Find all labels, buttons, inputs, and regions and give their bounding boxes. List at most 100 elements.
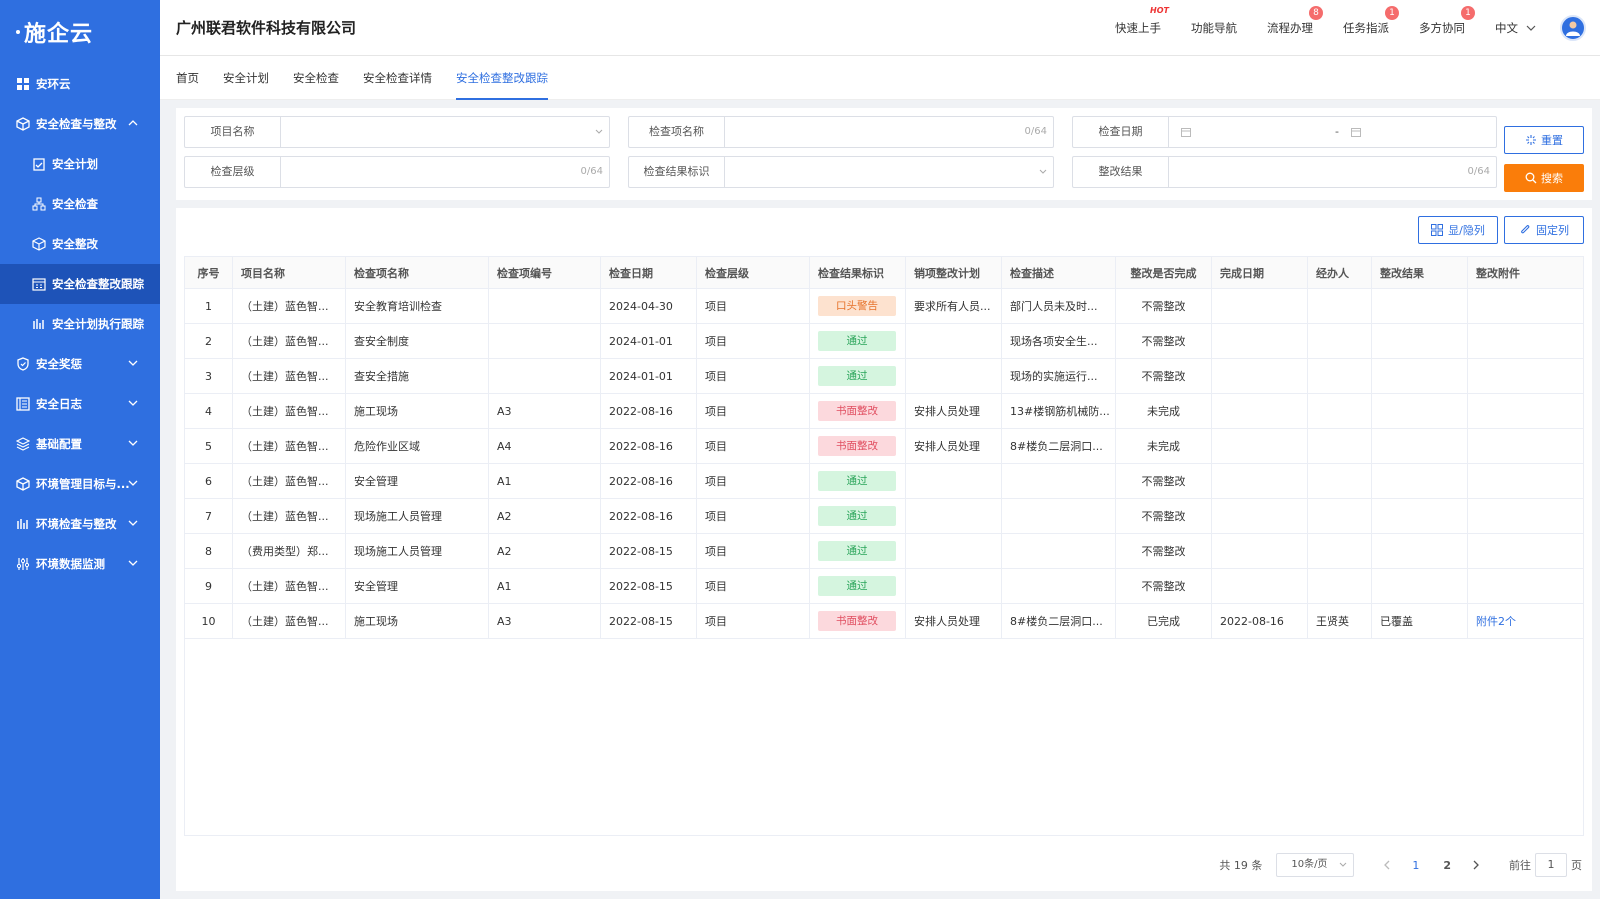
col-header[interactable]: 检查结果标识: [809, 256, 906, 289]
table-cell-item: 安全管理: [345, 463, 489, 499]
check-item-name-label: 检查项名称: [629, 117, 725, 147]
language-select[interactable]: 中文: [1495, 20, 1538, 36]
sidebar-item-env-goals[interactable]: 环境管理目标与...: [0, 464, 160, 504]
table-cell-desc: [1001, 498, 1116, 534]
table-cell-code: A2: [488, 498, 601, 534]
rectify-result-label: 整改结果: [1073, 157, 1169, 187]
prev-page-icon[interactable]: [1382, 860, 1392, 870]
col-header[interactable]: 销项整改计划: [905, 256, 1002, 289]
col-header[interactable]: 完成日期: [1211, 256, 1308, 289]
col-header[interactable]: 整改是否完成: [1115, 256, 1212, 289]
table-cell-plan: [905, 323, 1002, 359]
col-header[interactable]: 项目名称: [232, 256, 346, 289]
col-header[interactable]: 整改结果: [1371, 256, 1468, 289]
project-name-select[interactable]: [281, 117, 609, 147]
table-cell-result: [1371, 393, 1468, 429]
table-cell-handler: [1307, 463, 1372, 499]
check-date-range[interactable]: -: [1169, 117, 1496, 147]
collab-link[interactable]: 多方协同 1: [1419, 6, 1475, 36]
result-flag-tag: 通过: [818, 576, 896, 596]
table-cell-no: 6: [184, 463, 233, 499]
table-row[interactable]: 5 （土建）蓝色智... 危险作业区域 A4 2022-08-16 项目 书面整改 安排人员处…: [184, 428, 1584, 464]
table-row[interactable]: 10 （土建）蓝色智... 施工现场 A3 2022-08-15 项目 书面整改 安排人员处理…: [184, 603, 1584, 639]
process-link[interactable]: 流程办理 8: [1267, 6, 1323, 36]
col-header[interactable]: 检查日期: [600, 256, 697, 289]
grid-icon: [16, 77, 30, 91]
page-size-value: 10条/页: [1291, 859, 1328, 870]
sidebar-item-plan-execution-tracking[interactable]: 安全计划执行跟踪: [0, 304, 160, 344]
page-2[interactable]: 2: [1443, 859, 1451, 872]
sidebar-item-label: 环境管理目标与...: [36, 477, 130, 491]
col-header[interactable]: 检查项编号: [488, 256, 601, 289]
check-level-input[interactable]: 0/64: [281, 157, 609, 187]
col-header[interactable]: 检查描述: [1001, 256, 1116, 289]
reset-button[interactable]: 重置: [1504, 126, 1584, 154]
sidebar-item-safety-log[interactable]: 安全日志: [0, 384, 160, 424]
page-size-select[interactable]: 10条/页: [1276, 853, 1355, 877]
fix-columns-button[interactable]: 固定列: [1504, 216, 1584, 244]
table-row[interactable]: 6 （土建）蓝色智... 安全管理 A1 2022-08-16 项目 通过 不需整改: [184, 463, 1584, 499]
tasks-link[interactable]: 任务指派 1: [1343, 6, 1399, 36]
app-logo[interactable]: 施企云: [0, 0, 160, 64]
toggle-columns-button[interactable]: 显/隐列: [1418, 216, 1498, 244]
table-cell-plan: 安排人员处理: [905, 603, 1002, 639]
table-cell-attach: [1467, 568, 1584, 604]
tab-safety-plan[interactable]: 安全计划: [223, 56, 269, 100]
table-cell-result: [1371, 498, 1468, 534]
avatar[interactable]: [1560, 15, 1586, 41]
check-item-name-input[interactable]: 0/64: [725, 117, 1053, 147]
table-cell-plan: 安排人员处理: [905, 428, 1002, 464]
sidebar-item-check-rectify-tracking[interactable]: 安全检查整改跟踪: [0, 264, 160, 304]
table-row[interactable]: 4 （土建）蓝色智... 施工现场 A3 2022-08-16 项目 书面整改 安排人员处理 1…: [184, 393, 1584, 429]
sidebar-item-safety-check[interactable]: 安全检查: [0, 184, 160, 224]
result-flag-tag: 通过: [818, 506, 896, 526]
table-cell-handler: [1307, 393, 1372, 429]
table-row[interactable]: 9 （土建）蓝色智... 安全管理 A1 2022-08-15 项目 通过 不需整改: [184, 568, 1584, 604]
col-header[interactable]: 整改附件: [1467, 256, 1584, 289]
sidebar-item-safety-check-rectify[interactable]: 安全检查与整改: [0, 104, 160, 144]
sidebar-item-env-data-monitor[interactable]: 环境数据监测: [0, 544, 160, 584]
main-area: 广州联君软件科技有限公司 快速上手 HOT 功能导航 流程办理 8 任务指派 1 多方…: [160, 0, 1600, 899]
sidebar-item-safety-plan[interactable]: 安全计划: [0, 144, 160, 184]
company-name: 广州联君软件科技有限公司: [176, 19, 357, 37]
table-row[interactable]: 3 （土建）蓝色智... 查安全措施 2024-01-01 项目 通过 现场的实施运行...…: [184, 358, 1584, 394]
sidebar-item-rewards-penalties[interactable]: 安全奖惩: [0, 344, 160, 384]
col-header[interactable]: 检查项名称: [345, 256, 489, 289]
table-cell-date: 2022-08-15: [600, 533, 697, 569]
col-header[interactable]: 经办人: [1307, 256, 1372, 289]
page-1[interactable]: 1: [1412, 859, 1419, 872]
sidebar-item-env-check-rectify[interactable]: 环境检查与整改: [0, 504, 160, 544]
tab-check-rectify-tracking[interactable]: 安全检查整改跟踪: [456, 56, 548, 100]
table-row[interactable]: 7 （土建）蓝色智... 现场施工人员管理 A2 2022-08-16 项目 通过 不需整改: [184, 498, 1584, 534]
table-cell-desc: [1001, 463, 1116, 499]
search-button[interactable]: 搜索: [1504, 164, 1584, 192]
result-flag-select[interactable]: [725, 157, 1053, 187]
filter-panel: 项目名称 检查项名称 0/64 检查日期 - 检查层级 0/64 检查结果标识 …: [176, 108, 1592, 200]
goto-page-input[interactable]: 1: [1535, 853, 1567, 877]
char-counter: 0/64: [1467, 166, 1490, 177]
table-cell-code: A2: [488, 533, 601, 569]
tab-safety-check-detail[interactable]: 安全检查详情: [363, 56, 432, 100]
check-level-label: 检查层级: [185, 157, 281, 187]
sidebar-item-label: 安全整改: [52, 237, 98, 251]
tab-safety-check[interactable]: 安全检查: [293, 56, 339, 100]
table-cell-flag: 通过: [809, 498, 906, 534]
table-cell-done: 不需整改: [1115, 463, 1212, 499]
quick-start-link[interactable]: 快速上手 HOT: [1115, 6, 1169, 36]
table-row[interactable]: 2 （土建）蓝色智... 查安全制度 2024-01-01 项目 通过 现场各项安全生...…: [184, 323, 1584, 359]
next-page-icon[interactable]: [1471, 860, 1481, 870]
table-row[interactable]: 8 （费用类型）郑... 现场施工人员管理 A2 2022-08-15 项目 通过 不需整改: [184, 533, 1584, 569]
function-nav-link[interactable]: 功能导航: [1191, 20, 1237, 36]
sidebar-item-base-config[interactable]: 基础配置: [0, 424, 160, 464]
col-header[interactable]: 检查层级: [696, 256, 810, 289]
col-header[interactable]: 序号: [184, 256, 233, 289]
sidebar-item-safety-rectify[interactable]: 安全整改: [0, 224, 160, 264]
table-cell-desc: 现场的实施运行...: [1001, 358, 1116, 394]
table-cell-plan: 要求所有人员...: [905, 288, 1002, 324]
attachment-link[interactable]: 附件2个: [1476, 615, 1516, 628]
tab-home[interactable]: 首页: [176, 56, 199, 100]
table-row[interactable]: 1 （土建）蓝色智... 安全教育培训检查 2024-04-30 项目 口头警告 要求所有人…: [184, 288, 1584, 324]
sidebar-item-anhuanyun[interactable]: 安环云: [0, 64, 160, 104]
rectify-result-input[interactable]: 0/64: [1169, 157, 1496, 187]
table-cell-result: [1371, 568, 1468, 604]
